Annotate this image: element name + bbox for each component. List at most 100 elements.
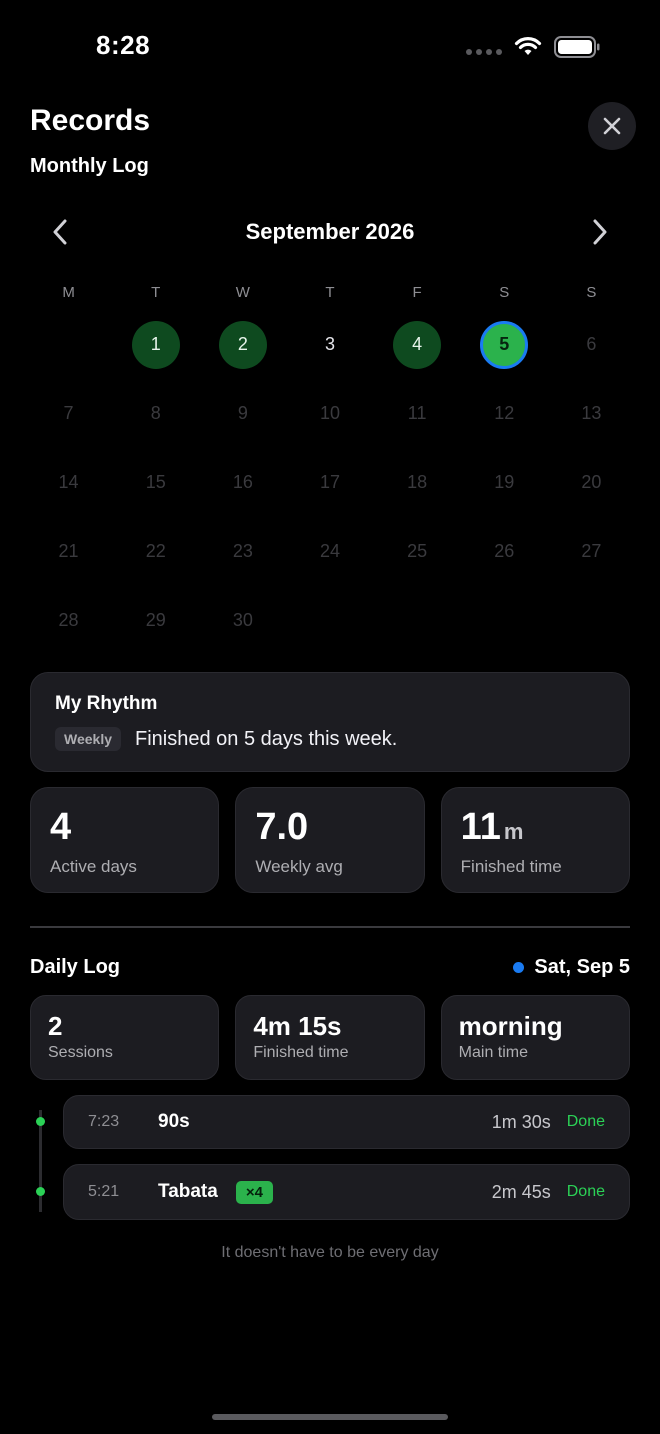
session-row[interactable]: 5:21 Tabata ×4 2m 45s Done — [63, 1164, 630, 1220]
stat-card-active-days: 4 Active days — [30, 787, 220, 893]
session-row[interactable]: 7:23 90s 1m 30s Done — [63, 1095, 630, 1149]
weekday-label: S — [499, 284, 510, 301]
calendar-day[interactable]: 21 — [25, 517, 112, 586]
weekday-header: M T W T F S S — [25, 284, 635, 301]
session-time: 7:23 — [88, 1113, 120, 1130]
weekday-label: W — [235, 284, 250, 301]
previous-month-button[interactable] — [46, 218, 74, 246]
session-status: Done — [566, 1183, 605, 1200]
calendar-blank-cell — [25, 310, 112, 379]
calendar-day-label: 12 — [494, 403, 515, 423]
calendar-day[interactable]: 13 — [548, 379, 635, 448]
calendar-day-label: 21 — [58, 541, 79, 561]
calendar-day[interactable]: 15 — [112, 448, 199, 517]
calendar-day[interactable]: 8 — [112, 379, 199, 448]
calendar-day-label: 7 — [63, 403, 74, 423]
stat-unit: m — [503, 819, 524, 844]
calendar-day-label: 17 — [319, 472, 340, 492]
calendar-day-label: 26 — [494, 541, 515, 561]
calendar-day-label: 24 — [319, 541, 340, 561]
session-duration: 1m 30s — [491, 1111, 551, 1132]
calendar-day[interactable]: 22 — [112, 517, 199, 586]
calendar-day-label: 19 — [494, 472, 515, 492]
home-indicator — [212, 1414, 448, 1420]
stat-card-finished-time: 11 m Finished time — [440, 787, 630, 893]
calendar-day[interactable]: 9 — [199, 379, 286, 448]
calendar-day[interactable]: 23 — [199, 517, 286, 586]
stat-label: Finished time — [460, 857, 562, 876]
calendar-day[interactable]: 25 — [374, 517, 461, 586]
calendar-day[interactable]: 2 — [199, 310, 286, 379]
calendar-day[interactable]: 12 — [461, 379, 548, 448]
calendar-day-label: 27 — [581, 541, 602, 561]
page-title: Records — [30, 104, 151, 137]
session-rounds-badge: ×4 — [235, 1180, 273, 1204]
calendar-day[interactable]: 27 — [548, 517, 635, 586]
rhythm-card: My Rhythm Weekly Finished on 5 days this… — [30, 672, 630, 772]
chevron-left-icon — [53, 219, 67, 245]
calendar-day[interactable]: 1 — [112, 310, 199, 379]
cellular-signal-icon — [466, 39, 502, 55]
calendar-day[interactable]: 4 — [374, 310, 461, 379]
timeline-dot-icon — [36, 1187, 45, 1196]
calendar-day[interactable]: 6 — [548, 310, 635, 379]
calendar-day-label: 28 — [58, 610, 79, 630]
daily-stats: 2 Sessions 4m 15s Finished time morning … — [30, 995, 630, 1080]
calendar-day[interactable]: 29 — [112, 586, 199, 655]
calendar-day[interactable]: 16 — [199, 448, 286, 517]
calendar-day[interactable]: 7 — [25, 379, 112, 448]
calendar-day[interactable]: 19 — [461, 448, 548, 517]
calendar-day-label: 1 — [131, 320, 180, 369]
session-status: Done — [566, 1113, 605, 1130]
month-label: September 2026 — [245, 219, 415, 244]
daily-stat-label: Finished time — [253, 1044, 349, 1061]
calendar-day[interactable]: 26 — [461, 517, 548, 586]
session-time: 5:21 — [88, 1183, 120, 1200]
close-button[interactable] — [588, 102, 636, 150]
calendar-day[interactable]: 5 — [461, 310, 548, 379]
month-navigation: September 2026 — [30, 212, 630, 252]
section-title-monthly-log: Monthly Log — [30, 155, 149, 177]
stat-value: 11 — [460, 806, 501, 848]
calendar-day-label: 8 — [150, 403, 161, 423]
calendar-day-label: 18 — [407, 472, 428, 492]
next-month-button[interactable] — [586, 218, 614, 246]
section-divider — [30, 926, 630, 928]
daily-stat-sessions: 2 Sessions — [30, 995, 220, 1080]
calendar-day-label: 14 — [58, 472, 79, 492]
calendar-day-label: 2 — [218, 320, 267, 369]
calendar-day[interactable]: 20 — [548, 448, 635, 517]
timeline-dot-icon — [36, 1117, 45, 1126]
selected-date: Sat, Sep 5 — [513, 956, 630, 979]
calendar-day-label: 25 — [407, 541, 428, 561]
section-title-daily-log: Daily Log — [30, 956, 121, 978]
calendar-day-label: 22 — [145, 541, 166, 561]
monthly-stats: 4 Active days 7.0 Weekly avg 11 m Finishe… — [30, 787, 630, 893]
calendar-day[interactable]: 10 — [286, 379, 373, 448]
daily-stat-label: Sessions — [48, 1044, 113, 1061]
weekday-label: T — [151, 284, 161, 301]
daily-stat-value: 4m 15s — [253, 1011, 342, 1041]
calendar-day[interactable]: 17 — [286, 448, 373, 517]
calendar-day[interactable]: 24 — [286, 517, 373, 586]
stat-label: Weekly avg — [255, 857, 343, 876]
calendar-day-label: 9 — [237, 403, 248, 423]
calendar-day-label: 3 — [324, 334, 335, 354]
weekday-label: T — [325, 284, 335, 301]
calendar-day-label: 6 — [586, 334, 597, 354]
footer-note: It doesn't have to be every day — [221, 1244, 439, 1261]
calendar-day[interactable]: 30 — [199, 586, 286, 655]
stat-card-weekly-avg: 7.0 Weekly avg — [235, 787, 425, 893]
calendar-day-label: 10 — [319, 403, 340, 423]
calendar-day[interactable]: 28 — [25, 586, 112, 655]
calendar-day[interactable]: 18 — [374, 448, 461, 517]
calendar-day[interactable]: 14 — [25, 448, 112, 517]
stat-value: 7.0 — [255, 806, 309, 848]
calendar-grid: 1 2 3 4 5 6 7 8 9 10 11 12 13 14 15 16 17 18 19 20 21 22 23 24 2… — [25, 310, 635, 655]
daily-stat-value: morning — [458, 1011, 563, 1041]
calendar-day-label: 16 — [232, 472, 253, 492]
calendar-day[interactable]: 3 — [286, 310, 373, 379]
status-icons — [466, 36, 600, 58]
calendar-day-label: 11 — [407, 403, 427, 423]
calendar-day[interactable]: 11 — [374, 379, 461, 448]
